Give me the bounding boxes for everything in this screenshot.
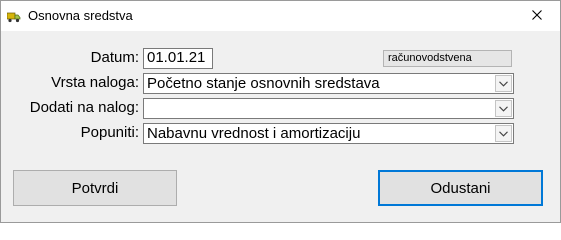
dialog-window: Osnovna sredstva Datum: 01.01.21 računov… bbox=[0, 0, 561, 223]
dodati-na-nalog-label: Dodati na nalog: bbox=[29, 99, 139, 116]
vrsta-naloga-value: Početno stanje osnovnih sredstava bbox=[147, 75, 380, 92]
truck-icon bbox=[6, 10, 21, 23]
vrsta-naloga-select[interactable]: Početno stanje osnovnih sredstava bbox=[143, 73, 514, 94]
status-badge: računovodstvena bbox=[383, 50, 512, 67]
popuniti-value: Nabavnu vrednost i amortizaciju bbox=[147, 125, 361, 142]
window-title: Osnovna sredstva bbox=[28, 8, 133, 23]
chevron-down-icon bbox=[499, 105, 508, 112]
chevron-down-icon bbox=[499, 80, 508, 87]
vrsta-naloga-label: Vrsta naloga: bbox=[51, 74, 139, 91]
datum-field[interactable]: 01.01.21 bbox=[143, 48, 213, 69]
popuniti-dropdown-button[interactable] bbox=[495, 125, 512, 142]
close-button[interactable] bbox=[514, 1, 560, 31]
dodati-na-nalog-dropdown-button[interactable] bbox=[495, 100, 512, 117]
chevron-down-icon bbox=[499, 130, 508, 137]
cancel-button[interactable]: Odustani bbox=[378, 170, 543, 206]
close-icon bbox=[532, 7, 542, 25]
confirm-button[interactable]: Potvrdi bbox=[13, 170, 177, 206]
vrsta-naloga-dropdown-button[interactable] bbox=[495, 75, 512, 92]
datum-label: Datum: bbox=[90, 49, 139, 66]
title-bar: Osnovna sredstva bbox=[1, 1, 560, 31]
popuniti-label: Popuniti: bbox=[80, 124, 139, 141]
popuniti-select[interactable]: Nabavnu vrednost i amortizaciju bbox=[143, 123, 514, 144]
dodati-na-nalog-select[interactable] bbox=[143, 98, 514, 119]
